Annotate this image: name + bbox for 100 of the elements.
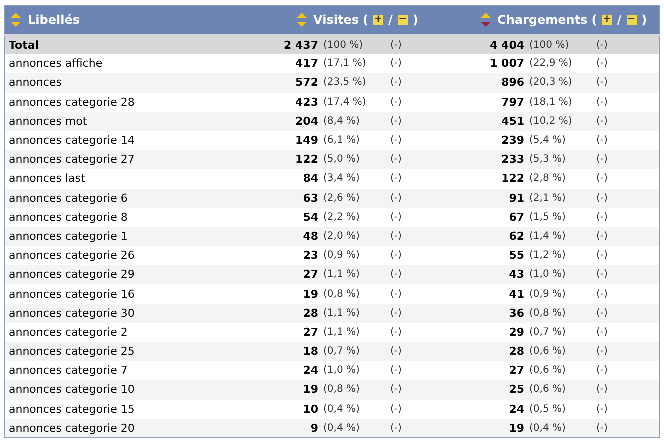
visits-change: (-) (386, 304, 477, 323)
loads-count: 29 (476, 322, 525, 342)
visits-percent: (17,1 %) (318, 54, 386, 74)
loads-count: 28 (476, 342, 525, 362)
visits-count: 2 437 (270, 35, 318, 54)
visits-count: 149 (270, 130, 318, 150)
visits-percent: (1,1 %) (318, 304, 386, 323)
loads-percent: (5,3 %) (524, 150, 593, 170)
loads-count: 41 (508, 286, 525, 303)
visits-count: 48 (270, 226, 318, 246)
loads-percent: (1,0 %) (524, 265, 593, 284)
row-label: annonces categorie 30 (4, 304, 270, 323)
loads-count: 1 007 (476, 54, 525, 74)
visits-change: (-) (386, 400, 477, 419)
visits-count: 9 (270, 418, 318, 438)
loads-change: (-) (592, 73, 660, 93)
loads-percent: (1,2 %) (524, 246, 593, 266)
row-label: Total (4, 35, 270, 54)
loads-percent: (2,1 %) (524, 188, 593, 208)
loads-change: (-) (592, 246, 660, 266)
row-label: annonces mot (4, 112, 270, 131)
collapse-button[interactable]: − (626, 15, 637, 25)
loads-percent: (0,4 %) (524, 418, 593, 438)
visits-change: (-) (386, 73, 477, 93)
visits-change: (-) (386, 322, 477, 342)
visits-change: (-) (386, 246, 477, 266)
column-header[interactable]: Chargements (498, 13, 588, 27)
loads-count: 4 404 (476, 35, 525, 54)
visits-change: (-) (386, 208, 477, 227)
loads-change: (-) (592, 418, 660, 438)
visits-count: 24 (270, 361, 318, 380)
loads-change: (-) (592, 380, 660, 400)
loads-change: (-) (592, 188, 660, 208)
loads-change: (-) (592, 400, 660, 419)
visits-percent: (5,0 %) (318, 150, 386, 170)
row-label: annonces categorie 1 (4, 226, 270, 246)
row-label: annonces categorie 29 (4, 265, 270, 284)
row-label: annonces categorie 25 (4, 342, 270, 362)
loads-percent: (0,5 %) (524, 400, 593, 419)
loads-percent: (22,9 %) (524, 54, 593, 74)
visits-change: (-) (386, 92, 477, 112)
visits-count: 19 (270, 380, 318, 400)
bracket: ) (412, 13, 418, 27)
visits-count: 417 (270, 54, 318, 74)
loads-count: 27 (476, 361, 525, 380)
loads-percent: (5,4 %) (524, 130, 593, 150)
separator: / (388, 13, 393, 27)
loads-count: 233 (476, 150, 525, 170)
loads-change: (-) (592, 169, 660, 188)
row-label: annonces categorie 15 (4, 400, 270, 419)
visits-change: (-) (386, 112, 477, 131)
loads-count: 122 (500, 171, 525, 188)
collapse-button[interactable]: − (398, 15, 408, 25)
row-label: annonces categorie 27 (4, 150, 270, 170)
column-header[interactable]: Libellés (28, 13, 80, 27)
visits-percent: (2,6 %) (318, 188, 386, 208)
loads-change: (-) (592, 208, 660, 227)
visits-count: 204 (270, 112, 318, 131)
row-label: annonces categorie 8 (4, 208, 270, 227)
sort-icon[interactable] (11, 12, 21, 28)
loads-change: (-) (592, 92, 660, 112)
visits-count: 63 (270, 188, 318, 208)
visits-change: (-) (390, 172, 403, 186)
loads-count: 896 (476, 73, 525, 93)
expand-button[interactable]: + (373, 15, 384, 25)
sort-icon[interactable] (480, 12, 491, 28)
loads-percent: (100 %) (524, 35, 593, 54)
loads-change: (-) (592, 342, 660, 362)
visits-count: 54 (270, 208, 318, 227)
visits-percent: (23,5 %) (318, 73, 386, 93)
visits-count: 23 (270, 246, 318, 266)
loads-percent: (0,6 %) (524, 342, 593, 362)
loads-percent: (0,6 %) (524, 380, 593, 400)
sort-icon[interactable] (296, 12, 306, 28)
expand-button[interactable]: + (602, 15, 612, 25)
loads-percent: (0,8 %) (524, 304, 593, 323)
loads-percent: (18,1 %) (524, 92, 593, 112)
visits-count: 19 (302, 286, 318, 303)
visits-change: (-) (386, 130, 477, 150)
loads-percent: (2,8 %) (528, 172, 567, 186)
visits-percent: (0,4 %) (318, 400, 386, 419)
row-label: annonces categorie 28 (4, 92, 270, 112)
visits-count: 572 (270, 73, 318, 93)
loads-count: 62 (476, 226, 525, 246)
visits-percent: (2,0 %) (318, 226, 386, 246)
loads-count: 25 (476, 380, 525, 400)
column-header[interactable]: Visites (314, 13, 359, 27)
row-label: annonces categorie 26 (4, 246, 270, 266)
loads-percent: (0,6 %) (524, 361, 593, 380)
loads-change: (-) (592, 54, 660, 74)
visits-change: (-) (386, 380, 477, 400)
visits-percent: (8,4 %) (318, 112, 386, 131)
visits-percent: (3,4 %) (318, 169, 386, 188)
loads-change: (-) (592, 35, 660, 54)
visits-count: 122 (270, 150, 318, 170)
bracket: ) (642, 13, 648, 27)
loads-change: (-) (592, 304, 660, 323)
row-label: annonces categorie 6 (4, 188, 270, 208)
visits-change: (-) (386, 361, 477, 380)
visits-percent: (1,1 %) (318, 265, 386, 284)
